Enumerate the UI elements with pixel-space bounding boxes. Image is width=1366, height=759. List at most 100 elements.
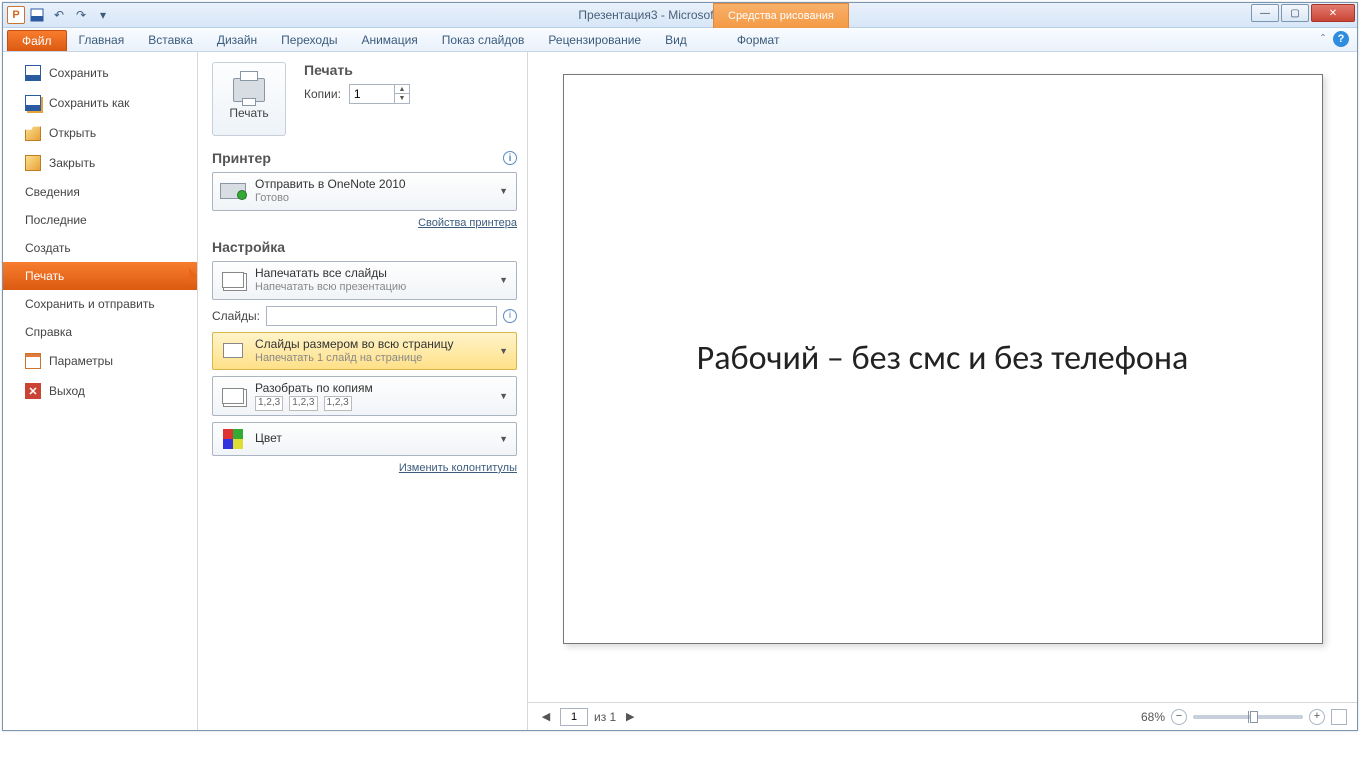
printer-dropdown[interactable]: Отправить в OneNote 2010 Готово ▼: [212, 172, 517, 211]
print-heading: Печать: [304, 62, 410, 78]
nav-exit[interactable]: ✕Выход: [3, 376, 197, 406]
print-settings-panel: Печать Печать Копии: ▲▼ Принтер i: [198, 52, 528, 730]
tab-view[interactable]: Вид: [653, 29, 699, 51]
nav-label: Сохранить как: [49, 96, 129, 110]
print-layout-dropdown[interactable]: Слайды размером во всю страницу Напечата…: [212, 332, 517, 371]
tab-transitions[interactable]: Переходы: [269, 29, 349, 51]
zoom-thumb[interactable]: [1250, 711, 1258, 723]
nav-label: Открыть: [49, 126, 96, 140]
copies-label: Копии:: [304, 87, 341, 101]
nav-label: Справка: [25, 325, 72, 339]
tab-slideshow[interactable]: Показ слайдов: [430, 29, 537, 51]
qat-undo-icon[interactable]: ↶: [49, 5, 69, 25]
spin-down-icon[interactable]: ▼: [395, 94, 409, 103]
printer-icon: [233, 78, 265, 102]
copies-input[interactable]: [350, 87, 394, 101]
collate-title: Разобрать по копиям: [255, 381, 491, 396]
nav-save-send[interactable]: Сохранить и отправить: [3, 290, 197, 318]
contextual-tab-drawing-tools[interactable]: Средства рисования: [713, 3, 849, 28]
nav-save[interactable]: Сохранить: [3, 58, 197, 88]
print-what-dropdown[interactable]: Напечатать все слайды Напечатать всю пре…: [212, 261, 517, 300]
options-icon: [25, 353, 41, 369]
zoom-fit-button[interactable]: [1331, 709, 1347, 725]
printer-heading: Принтер i: [212, 150, 517, 166]
nav-close[interactable]: Закрыть: [3, 148, 197, 178]
help-icon[interactable]: ?: [1333, 31, 1349, 47]
color-title: Цвет: [255, 431, 491, 446]
window-title: Презентация3 - Microsoft PowerPoint: [3, 8, 1357, 22]
color-dropdown[interactable]: Цвет ▼: [212, 422, 517, 456]
tab-format[interactable]: Формат: [725, 29, 792, 51]
tab-home[interactable]: Главная: [67, 29, 137, 51]
nav-options[interactable]: Параметры: [3, 346, 197, 376]
save-as-icon: [25, 95, 41, 111]
layout-title: Слайды размером во всю страницу: [255, 337, 491, 352]
prev-page-button[interactable]: ◀: [538, 709, 554, 725]
close-icon: [25, 155, 41, 171]
exit-icon: ✕: [25, 383, 41, 399]
app-icon: P: [7, 6, 25, 24]
minimize-button[interactable]: —: [1251, 4, 1279, 22]
nav-info[interactable]: Сведения: [3, 178, 197, 206]
info-icon[interactable]: i: [503, 309, 517, 323]
page-number-input[interactable]: [560, 708, 588, 726]
title-bar: P ↶ ↷ ▾ Презентация3 - Microsoft PowerPo…: [3, 3, 1357, 28]
backstage-view: Сохранить Сохранить как Открыть Закрыть …: [3, 52, 1357, 730]
zoom-slider[interactable]: [1193, 715, 1303, 719]
maximize-button[interactable]: ▢: [1281, 4, 1309, 22]
chevron-down-icon: ▼: [499, 391, 510, 401]
printer-status: Готово: [255, 192, 491, 206]
nav-open[interactable]: Открыть: [3, 118, 197, 148]
spin-up-icon[interactable]: ▲: [395, 85, 409, 94]
preview-canvas: Рабочий – без смс и без телефона: [528, 52, 1357, 702]
save-icon: [25, 65, 41, 81]
zoom-out-button[interactable]: −: [1171, 709, 1187, 725]
open-icon: [25, 125, 41, 141]
edit-header-footer-link[interactable]: Изменить колонтитулы: [399, 462, 517, 474]
info-icon[interactable]: i: [503, 151, 517, 165]
qat-save-icon[interactable]: [27, 5, 47, 25]
printer-properties-link[interactable]: Свойства принтера: [418, 217, 517, 229]
preview-status-bar: ◀ из 1 ▶ 68% − +: [528, 702, 1357, 730]
print-preview: Рабочий – без смс и без телефона ◀ из 1 …: [528, 52, 1357, 730]
nav-help[interactable]: Справка: [3, 318, 197, 346]
nav-label: Печать: [25, 269, 64, 283]
tab-review[interactable]: Рецензирование: [536, 29, 653, 51]
nav-label: Сохранить: [49, 66, 109, 80]
ribbon-tabs: Файл Главная Вставка Дизайн Переходы Ани…: [3, 28, 1357, 52]
collate-dropdown[interactable]: Разобрать по копиям 1,2,3 1,2,3 1,2,3 ▼: [212, 376, 517, 416]
tab-insert[interactable]: Вставка: [136, 29, 205, 51]
print-what-sub: Напечатать всю презентацию: [255, 281, 491, 295]
nav-label: Последние: [25, 213, 87, 227]
tab-file[interactable]: Файл: [7, 30, 67, 51]
nav-recent[interactable]: Последние: [3, 206, 197, 234]
zoom-in-button[interactable]: +: [1309, 709, 1325, 725]
page-of-label: из 1: [594, 710, 616, 724]
quick-access-toolbar: P ↶ ↷ ▾: [3, 5, 113, 25]
tab-design[interactable]: Дизайн: [205, 29, 269, 51]
nav-print[interactable]: Печать: [3, 262, 197, 290]
color-swatch-icon: [223, 429, 243, 449]
nav-label: Закрыть: [49, 156, 95, 170]
full-page-icon: [223, 343, 243, 358]
slides-all-icon: [222, 272, 244, 288]
qat-redo-icon[interactable]: ↷: [71, 5, 91, 25]
slides-label: Слайды:: [212, 309, 260, 323]
nav-save-as[interactable]: Сохранить как: [3, 88, 197, 118]
slide-preview: Рабочий – без смс и без телефона: [563, 74, 1323, 644]
print-button[interactable]: Печать: [212, 62, 286, 136]
next-page-button[interactable]: ▶: [622, 709, 638, 725]
nav-new[interactable]: Создать: [3, 234, 197, 262]
nav-label: Создать: [25, 241, 71, 255]
print-what-title: Напечатать все слайды: [255, 266, 491, 281]
minimize-ribbon-icon[interactable]: ˆ: [1321, 32, 1325, 46]
copies-spinner[interactable]: ▲▼: [349, 84, 410, 104]
slides-range-input[interactable]: [266, 306, 497, 326]
printer-status-icon: [220, 183, 246, 199]
chevron-down-icon: ▼: [499, 434, 510, 444]
qat-customize-icon[interactable]: ▾: [93, 5, 113, 25]
close-button[interactable]: ✕: [1311, 4, 1355, 22]
collate-icon: [222, 388, 244, 404]
nav-label: Сохранить и отправить: [25, 297, 155, 311]
tab-animations[interactable]: Анимация: [349, 29, 429, 51]
